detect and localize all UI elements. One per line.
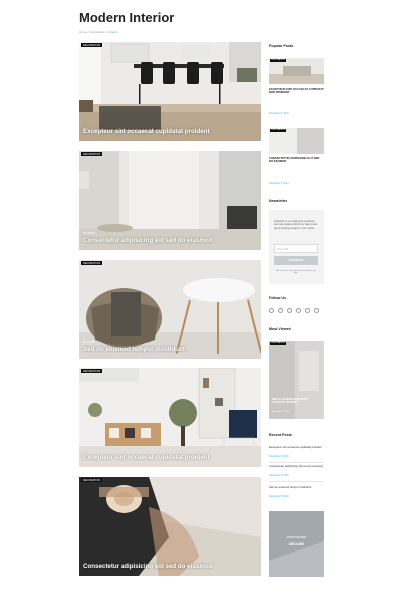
recent-post-date: November 5, 2021 bbox=[269, 455, 289, 458]
category-badge[interactable]: DECORATION bbox=[270, 129, 287, 132]
breadcrumb-current: Interior bbox=[108, 30, 118, 34]
post-card[interactable]: DECORATION BY ADMIN Sed do eiusmod tempo… bbox=[79, 260, 261, 359]
post-card[interactable]: DECORATION Excepteur sint occaecat cupid… bbox=[79, 368, 261, 467]
post-title[interactable]: Excepteur sint occaecat cupidatat proide… bbox=[83, 128, 210, 135]
page-title: Modern Interior bbox=[79, 10, 175, 25]
post-meta: BY ADMIN bbox=[83, 232, 95, 235]
newsletter-heading: Newsletter bbox=[269, 199, 288, 203]
advertisement-size: 260x260 bbox=[288, 541, 305, 546]
email-field[interactable]: Your email... bbox=[274, 244, 318, 253]
breadcrumb-section[interactable]: Decoration bbox=[90, 30, 105, 34]
post-title[interactable]: Consectetur adipisicing elit sed do eius… bbox=[83, 563, 213, 570]
category-badge[interactable]: DECORATION bbox=[81, 478, 103, 482]
post-image-living-room bbox=[79, 368, 261, 467]
post-card[interactable]: DECORATION Excepteur sint occaecat cupid… bbox=[79, 42, 261, 141]
youtube-icon[interactable] bbox=[305, 308, 310, 313]
recent-post-date: November 5, 2021 bbox=[269, 474, 289, 477]
newsletter-text: Subscribe to our mailing list newsletter… bbox=[274, 220, 318, 230]
post-image-white-room bbox=[79, 151, 261, 250]
twitter-icon[interactable] bbox=[278, 308, 283, 313]
post-card[interactable]: DECORATION BY ADMIN Consectetur adipisic… bbox=[79, 151, 261, 250]
post-title[interactable]: Consectetur adipisicing elit sed do eius… bbox=[83, 237, 213, 244]
divider bbox=[269, 481, 324, 482]
post-image-woman-cup bbox=[79, 477, 261, 576]
popular-post-thumbnail[interactable]: DECORATION bbox=[269, 58, 324, 84]
recent-posts-heading: Recent Posts bbox=[269, 433, 292, 437]
instagram-icon[interactable] bbox=[287, 308, 292, 313]
pinterest-icon[interactable] bbox=[296, 308, 301, 313]
follow-us-heading: Follow Us bbox=[269, 296, 286, 300]
most-viewed-heading: Most Viewed bbox=[269, 327, 291, 331]
popular-post-image bbox=[269, 58, 324, 84]
most-viewed-date: November 5, 2021 bbox=[272, 411, 290, 413]
popular-post-thumbnail[interactable]: DECORATION bbox=[269, 128, 324, 154]
category-badge[interactable]: DECORATION bbox=[81, 369, 103, 373]
post-title[interactable]: Excepteur sint occaecat cupidatat proide… bbox=[83, 454, 210, 461]
category-badge[interactable]: DECORATION bbox=[81, 43, 103, 47]
breadcrumb: Home > Decoration > Interior bbox=[79, 30, 118, 34]
advertisement-banner[interactable]: ADVERTISEMENT 260x260 bbox=[269, 511, 324, 577]
linkedin-icon[interactable] bbox=[314, 308, 319, 313]
newsletter-box: Subscribe to our mailing list newsletter… bbox=[269, 210, 324, 284]
divider bbox=[269, 462, 324, 463]
facebook-icon[interactable] bbox=[269, 308, 274, 313]
subscribe-button[interactable]: SUBSCRIBE bbox=[274, 256, 318, 265]
most-viewed-card[interactable]: DECORATION SED DO EIUSMOD INCIDIDUNT CUP… bbox=[269, 341, 324, 419]
recent-post-date: November 5, 2021 bbox=[269, 495, 289, 498]
recent-post-link[interactable]: Consectetur adipisicing elit sed do eius… bbox=[269, 464, 324, 469]
category-badge[interactable]: DECORATION bbox=[270, 59, 287, 62]
recent-post-link[interactable]: Excepteur sint occaecat cupidatat proide… bbox=[269, 445, 324, 450]
category-badge[interactable]: DECORATION bbox=[81, 261, 103, 265]
popular-posts-heading: Popular Posts bbox=[269, 44, 294, 48]
post-image-basket-chair bbox=[79, 260, 261, 359]
post-meta: BY ADMIN bbox=[83, 341, 95, 344]
category-badge[interactable]: DECORATION bbox=[270, 342, 287, 345]
category-badge[interactable]: DECORATION bbox=[81, 152, 103, 156]
recent-post-link[interactable]: Sed do eiusmod tempor incididunt bbox=[269, 485, 324, 490]
popular-post-title[interactable]: EXCEPTEUR SINT OCCAECAT CUPIDATAT NON PR… bbox=[269, 88, 324, 95]
post-image-dining-room bbox=[79, 42, 261, 141]
most-viewed-title[interactable]: SED DO EIUSMOD INCIDIDUNT CUPIDATAT PROI… bbox=[272, 398, 321, 404]
popular-post-title[interactable]: CONSECTETUR ADIPISICING ELIT SED DO EIUS… bbox=[269, 157, 324, 164]
popular-post-image bbox=[269, 128, 324, 154]
most-viewed-image bbox=[269, 341, 324, 419]
advertisement-label: ADVERTISEMENT bbox=[286, 536, 307, 539]
popular-post-date: November 5, 2021 bbox=[269, 112, 289, 115]
post-card[interactable]: DECORATION Consectetur adipisicing elit … bbox=[79, 477, 261, 576]
popular-post-date: November 5, 2021 bbox=[269, 182, 289, 185]
newsletter-note: We will never spam you. Unsubscribe at a… bbox=[276, 270, 316, 274]
post-title[interactable]: Sed do eiusmod tempor incididunt bbox=[83, 346, 185, 353]
breadcrumb-home[interactable]: Home bbox=[79, 30, 87, 34]
